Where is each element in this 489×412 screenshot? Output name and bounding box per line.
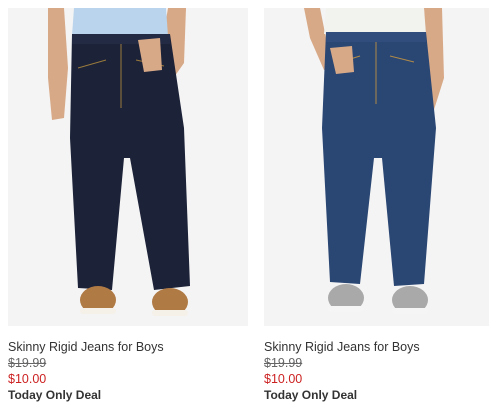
product-image[interactable] bbox=[264, 8, 489, 326]
sale-price: $10.00 bbox=[264, 372, 303, 386]
product-card[interactable]: Skinny Rigid Jeans for Boys $19.99 $10.0… bbox=[8, 8, 248, 404]
sale-price: $10.00 bbox=[8, 372, 47, 386]
product-name-link[interactable]: Skinny Rigid Jeans for Boys bbox=[264, 339, 489, 355]
dark-rinse-jeans-photo-icon bbox=[8, 8, 248, 326]
product-name-link[interactable]: Skinny Rigid Jeans for Boys bbox=[8, 339, 248, 355]
product-image[interactable] bbox=[8, 8, 248, 326]
regular-price: $19.99 bbox=[264, 356, 303, 370]
product-card[interactable]: Skinny Rigid Jeans for Boys $19.99 $10.0… bbox=[264, 8, 489, 404]
deal-badge: Today Only Deal bbox=[8, 388, 102, 402]
deal-badge: Today Only Deal bbox=[264, 388, 358, 402]
medium-wash-jeans-photo-icon bbox=[264, 8, 489, 326]
regular-price: $19.99 bbox=[8, 356, 47, 370]
